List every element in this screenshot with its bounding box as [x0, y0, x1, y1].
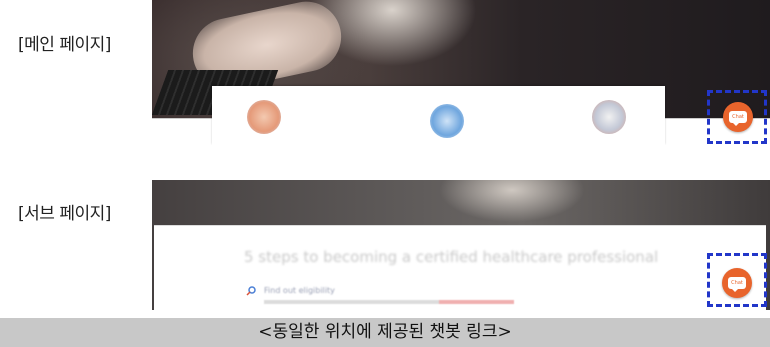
main-page-screenshot: Chat — [152, 0, 770, 145]
settings-service-icon[interactable] — [592, 100, 626, 134]
main-page-label: [메인 페이지] — [18, 35, 111, 55]
sub-page-screenshot: 5 steps to becoming a certified healthca… — [152, 180, 770, 310]
content-panel: 5 steps to becoming a certified healthca… — [154, 225, 766, 310]
person-service-icon[interactable] — [247, 100, 281, 134]
page-title: 5 steps to becoming a certified healthca… — [244, 248, 659, 266]
eligibility-link[interactable]: Find out eligibility — [264, 286, 335, 295]
figure-caption: <동일한 위치에 제공된 챗봇 링크> — [0, 318, 770, 347]
search-icon — [246, 286, 256, 296]
chat-highlight-box — [707, 90, 767, 144]
description-text — [264, 300, 514, 304]
sub-page-label: [서브 페이지] — [18, 204, 111, 224]
chat-highlight-box — [707, 253, 767, 307]
search-service-icon[interactable] — [430, 104, 464, 138]
